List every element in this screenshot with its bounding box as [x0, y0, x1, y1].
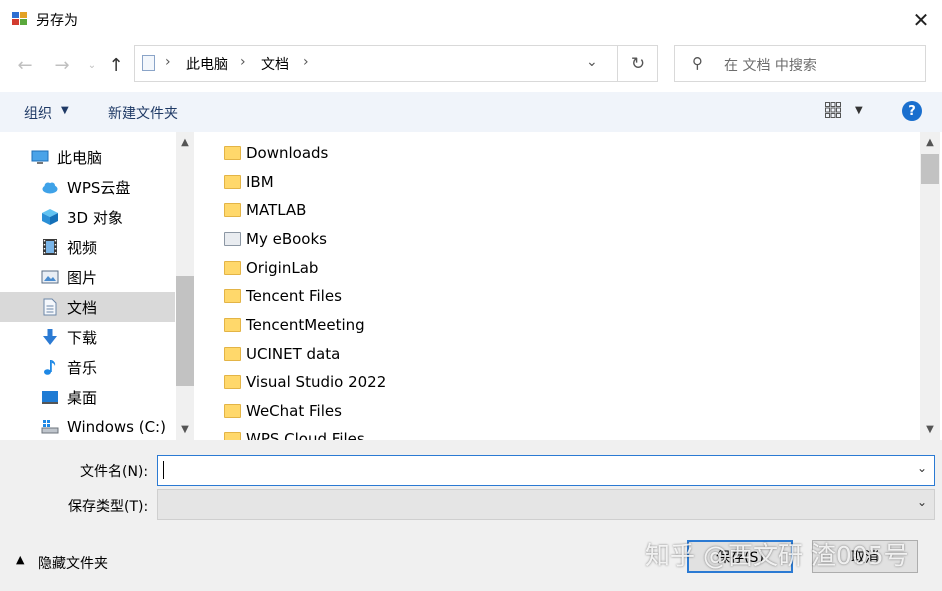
chevron-right-icon[interactable]: › [303, 54, 309, 70]
chevron-down-icon[interactable]: ⌄ [917, 461, 927, 475]
nav-item-videos[interactable]: 视频 [0, 232, 175, 262]
new-folder-button[interactable]: 新建文件夹 [108, 103, 178, 123]
file-list-viewport: Downloads IBM MATLAB My eBooks OriginLab… [200, 132, 920, 440]
filename-label: 文件名(N): [80, 464, 149, 480]
scroll-up-icon[interactable]: ▲ [176, 137, 194, 148]
nav-item-wps-cloud[interactable]: WPS云盘 [0, 172, 175, 202]
caret-down-icon[interactable]: ▼ [61, 105, 69, 116]
close-button[interactable]: ✕ [904, 6, 938, 34]
scroll-up-icon[interactable]: ▲ [921, 137, 939, 148]
nav-item-label: 文档 [67, 298, 98, 317]
nav-item-this-pc[interactable]: 此电脑 [0, 142, 175, 172]
chevron-right-icon[interactable]: › [165, 54, 171, 70]
forward-icon[interactable]: → [50, 53, 74, 77]
nav-item-pictures[interactable]: 图片 [0, 262, 175, 292]
nav-item-windows-c[interactable]: Windows (C:) [0, 412, 175, 442]
file-name: Visual Studio 2022 [246, 373, 387, 391]
filetype-select[interactable] [157, 489, 935, 520]
hide-folders-button[interactable]: 隐藏文件夹 [38, 553, 108, 573]
folder-icon [224, 146, 241, 160]
app-icon [12, 12, 27, 25]
scroll-down-icon[interactable]: ▼ [921, 424, 939, 435]
file-name: WeChat Files [246, 402, 342, 420]
file-name: My eBooks [246, 230, 327, 248]
folder-icon [224, 289, 241, 303]
nav-item-label: Windows (C:) [67, 418, 166, 436]
watermark: 知乎 @西文研 渣005号 [645, 541, 909, 570]
pictures-icon [41, 270, 59, 284]
back-icon[interactable]: ← [13, 53, 37, 77]
chevron-down-icon[interactable]: ⌄ [917, 495, 927, 509]
scroll-down-icon[interactable]: ▼ [176, 424, 194, 435]
nav-item-3d-objects[interactable]: 3D 对象 [0, 202, 175, 232]
file-name: Downloads [246, 144, 329, 162]
nav-item-label: 3D 对象 [67, 208, 123, 227]
help-icon[interactable]: ? [902, 101, 922, 121]
cloud-icon [42, 182, 58, 194]
file-list-scrollbar-thumb[interactable] [921, 154, 939, 184]
view-options-icon[interactable] [824, 101, 842, 119]
chevron-up-icon[interactable]: ▲ [16, 553, 24, 566]
download-icon [43, 329, 57, 345]
file-name: Tencent Files [246, 287, 342, 305]
file-name: IBM [246, 173, 274, 191]
chevron-right-icon[interactable]: › [240, 54, 246, 70]
folder-icon [224, 347, 241, 361]
3d-objects-icon [42, 209, 58, 225]
folder-icon [224, 404, 241, 418]
nav-item-label: 下载 [67, 328, 98, 347]
organize-button[interactable]: 组织 [24, 103, 52, 123]
folder-icon [224, 261, 241, 275]
filename-input[interactable] [157, 455, 935, 486]
file-name: WPS Cloud Files [246, 430, 365, 440]
nav-scrollbar-thumb[interactable] [176, 276, 194, 386]
ebook-folder-icon [224, 232, 241, 246]
breadcrumb-documents[interactable]: 文档 [261, 54, 289, 74]
nav-item-downloads[interactable]: 下载 [0, 322, 175, 352]
file-name: MATLAB [246, 201, 307, 219]
music-icon [44, 360, 56, 375]
folder-icon [224, 203, 241, 217]
text-caret [163, 461, 164, 479]
recent-locations-icon[interactable]: ⌄ [80, 53, 104, 77]
nav-item-documents[interactable]: 文档 [0, 292, 175, 322]
nav-item-label: 图片 [67, 268, 98, 287]
search-input[interactable]: 在 文档 中搜索 [724, 55, 817, 75]
filetype-label: 保存类型(T): [68, 499, 149, 515]
refresh-icon[interactable]: ↻ [617, 46, 658, 81]
file-name: TencentMeeting [246, 316, 365, 334]
caret-down-icon[interactable]: ▼ [855, 105, 863, 116]
search-icon: ⚲ [692, 54, 703, 72]
nav-item-label: 视频 [67, 238, 98, 257]
nav-item-desktop[interactable]: 桌面 [0, 382, 175, 412]
documents-icon [43, 298, 57, 316]
nav-item-label: WPS云盘 [67, 178, 131, 197]
window-title: 另存为 [36, 13, 78, 29]
folder-icon [224, 318, 241, 332]
folder-icon [224, 375, 241, 389]
nav-item-label: 桌面 [67, 388, 98, 407]
folder-icon [224, 175, 241, 189]
desktop-icon [42, 391, 58, 404]
drive-icon [41, 420, 59, 434]
nav-item-label: 此电脑 [57, 148, 103, 167]
nav-item-label: 音乐 [67, 358, 98, 377]
folder-icon [224, 432, 241, 440]
breadcrumb-this-pc[interactable]: 此电脑 [186, 54, 228, 74]
document-folder-icon [142, 55, 155, 71]
up-icon[interactable]: ↑ [104, 53, 128, 77]
chevron-down-icon[interactable]: ⌄ [586, 54, 598, 70]
video-icon [43, 239, 57, 255]
title-bar [0, 0, 942, 38]
file-name: UCINET data [246, 345, 341, 363]
file-name: OriginLab [246, 259, 319, 277]
nav-item-music[interactable]: 音乐 [0, 352, 175, 382]
computer-icon [31, 150, 49, 164]
